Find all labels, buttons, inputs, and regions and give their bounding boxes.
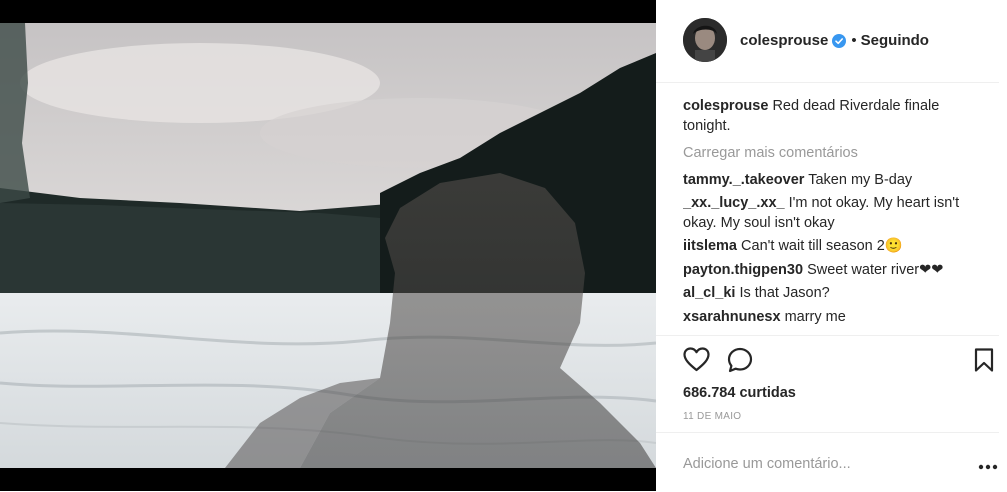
comment-item: tammy._.takeover Taken my B-day xyxy=(683,171,983,191)
verified-badge-icon xyxy=(832,33,847,48)
comment-text: marry me xyxy=(784,308,846,325)
comment-username[interactable]: al_cl_ki xyxy=(683,285,735,301)
comment-item: payton.thigpen30 Sweet water river❤❤ xyxy=(683,261,983,281)
comment-bubble-icon[interactable] xyxy=(727,347,753,378)
load-more-comments-button[interactable]: Carregar mais comentários xyxy=(683,144,983,164)
comments-list[interactable]: colesprouse Red dead Riverdale finale to… xyxy=(683,97,983,335)
post-caption: colesprouse Red dead Riverdale finale to… xyxy=(683,97,983,136)
comment-item: iitslema Can't wait till season 2🙂 xyxy=(683,237,983,257)
comment-username[interactable]: _xx._lucy_.xx_ xyxy=(683,195,785,211)
follow-separator: • xyxy=(851,32,857,49)
header-username[interactable]: colesprouse xyxy=(740,32,828,49)
post-photo[interactable] xyxy=(0,23,656,468)
caption-username[interactable]: colesprouse xyxy=(683,98,768,114)
comment-item: _xx._lucy_.xx_ I'm not okay. My heart is… xyxy=(683,194,983,233)
bookmark-icon[interactable] xyxy=(974,348,994,377)
avatar-image xyxy=(683,18,727,62)
comment-item: al_cl_ki Is that Jason? xyxy=(683,284,983,304)
comment-username[interactable]: iitslema xyxy=(683,238,737,254)
post-side-panel: colesprouse • Seguindo colesprouse Red d… xyxy=(656,0,1007,491)
post-date: 11 DE MAIO xyxy=(683,411,742,422)
header-line: colesprouse • Seguindo xyxy=(740,32,929,49)
avatar[interactable] xyxy=(683,18,727,62)
post-media xyxy=(0,0,656,491)
actions-divider xyxy=(656,335,999,336)
comment-text: Is that Jason? xyxy=(739,285,830,301)
comment-username[interactable]: tammy._.takeover xyxy=(683,172,804,188)
comment-text: Taken my B-day xyxy=(808,171,913,188)
comment-username[interactable]: payton.thigpen30 xyxy=(683,262,803,278)
comment-text: Can't wait till season 2🙂 xyxy=(741,238,903,254)
more-options-icon[interactable] xyxy=(978,458,998,470)
double-exposure-image xyxy=(0,23,656,468)
comment-item: xsarahnunesx marry me xyxy=(683,308,983,328)
comment-username[interactable]: xsarahnunesx xyxy=(683,309,781,325)
following-button[interactable]: Seguindo xyxy=(861,32,929,49)
comment-text: Sweet water river❤❤ xyxy=(807,261,944,278)
heart-icon[interactable] xyxy=(683,347,710,377)
post-header: colesprouse • Seguindo xyxy=(656,0,999,83)
add-comment-input[interactable] xyxy=(683,453,943,475)
likes-count[interactable]: 686.784 curtidas xyxy=(683,385,796,401)
add-comment-bar xyxy=(656,432,999,492)
